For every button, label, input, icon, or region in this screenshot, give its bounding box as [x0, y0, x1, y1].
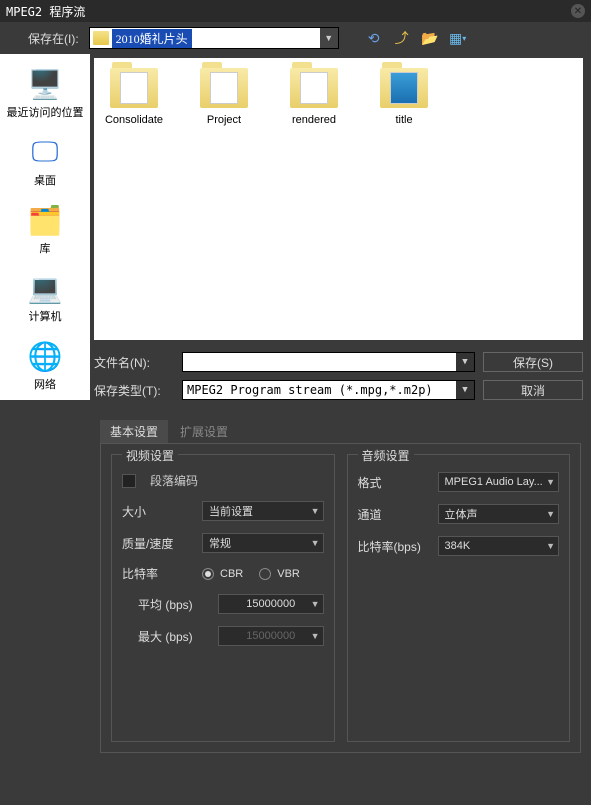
- sidebar-item-label: 网络: [34, 376, 56, 392]
- paragraph-encoding-checkbox[interactable]: [122, 474, 136, 488]
- video-group-title: 视频设置: [122, 447, 178, 464]
- desktop-icon: 🖵: [27, 134, 63, 170]
- folder-label: Project: [207, 114, 241, 126]
- folder-icon: [110, 68, 158, 108]
- format-label: 格式: [358, 474, 430, 491]
- audio-bitrate-label: 比特率(bps): [358, 538, 430, 555]
- toolbar: 保存在(I): 2010婚礼片头 ▼ ⟲ ⤴ 📂 ▦▾: [0, 22, 591, 54]
- filename-label: 文件名(N):: [94, 354, 174, 371]
- tab-advanced[interactable]: 扩展设置: [170, 420, 238, 443]
- folder-icon: [93, 31, 109, 45]
- audio-settings-group: 音频设置 格式 MPEG1 Audio Lay...▼ 通道 立体声▼ 比特率(…: [347, 454, 571, 742]
- places-sidebar: 🖥️ 最近访问的位置 🖵 桌面 🗂️ 库 💻 计算机 🌐 网络: [0, 54, 90, 400]
- chevron-down-icon[interactable]: ▼: [456, 381, 474, 399]
- up-icon[interactable]: ⤴: [393, 29, 411, 47]
- chevron-down-icon[interactable]: ▼: [456, 353, 474, 371]
- back-icon[interactable]: ⟲: [365, 29, 383, 47]
- size-select[interactable]: 当前设置▼: [202, 501, 324, 521]
- max-bitrate-input: 15000000▼: [218, 626, 324, 646]
- chevron-down-icon: ▼: [311, 506, 320, 516]
- chevron-down-icon: ▼: [546, 477, 555, 487]
- filetype-label: 保存类型(T):: [94, 382, 174, 399]
- chevron-down-icon: ▼: [546, 541, 555, 551]
- folder-icon: [380, 68, 428, 108]
- avg-bitrate-input[interactable]: 15000000▼: [218, 594, 324, 614]
- sidebar-item-network[interactable]: 🌐 网络: [0, 334, 90, 396]
- folder-label: Consolidate: [105, 114, 163, 126]
- folder-title[interactable]: title: [368, 68, 440, 126]
- recent-icon: 🖥️: [27, 66, 63, 102]
- new-folder-icon[interactable]: 📂: [421, 29, 439, 47]
- filetype-value: MPEG2 Program stream (*.mpg,*.m2p): [187, 383, 433, 397]
- channel-label: 通道: [358, 506, 430, 523]
- folder-rendered[interactable]: rendered: [278, 68, 350, 126]
- format-select[interactable]: MPEG1 Audio Lay...▼: [438, 472, 560, 492]
- sidebar-item-label: 桌面: [34, 172, 56, 188]
- title-bar: MPEG2 程序流 ✕: [0, 0, 591, 22]
- chevron-down-icon[interactable]: ▼: [320, 28, 338, 48]
- audio-bitrate-select[interactable]: 384K▼: [438, 536, 560, 556]
- folder-label: title: [395, 114, 412, 126]
- bitrate-label: 比特率: [122, 565, 194, 582]
- window-title: MPEG2 程序流: [6, 3, 85, 20]
- library-icon: 🗂️: [27, 202, 63, 238]
- quality-select[interactable]: 常规▼: [202, 533, 324, 553]
- sidebar-item-label: 最近访问的位置: [7, 104, 84, 120]
- chevron-down-icon: ▼: [311, 631, 320, 641]
- settings-tabs: 基本设置 扩展设置: [100, 420, 581, 443]
- avg-bitrate-label: 平均 (bps): [122, 596, 210, 613]
- folder-icon: [200, 68, 248, 108]
- cbr-radio[interactable]: [202, 568, 214, 580]
- sidebar-item-libraries[interactable]: 🗂️ 库: [0, 198, 90, 260]
- vbr-label: VBR: [277, 568, 300, 580]
- folder-project[interactable]: Project: [188, 68, 260, 126]
- audio-group-title: 音频设置: [358, 447, 414, 464]
- sidebar-item-recent[interactable]: 🖥️ 最近访问的位置: [0, 62, 90, 124]
- save-button[interactable]: 保存(S): [483, 352, 583, 372]
- chevron-down-icon: ▼: [311, 538, 320, 548]
- folder-consolidate[interactable]: Consolidate: [98, 68, 170, 126]
- vbr-radio[interactable]: [259, 568, 271, 580]
- sidebar-item-label: 库: [40, 240, 51, 256]
- folder-label: rendered: [292, 114, 336, 126]
- computer-icon: 💻: [27, 270, 63, 306]
- cancel-button[interactable]: 取消: [483, 380, 583, 400]
- video-settings-group: 视频设置 段落编码 大小 当前设置▼ 质量/速度 常规▼ 比特率 CBR: [111, 454, 335, 742]
- folder-icon: [290, 68, 338, 108]
- quality-label: 质量/速度: [122, 535, 194, 552]
- close-button[interactable]: ✕: [571, 4, 585, 18]
- file-browser[interactable]: Consolidate Project rendered title: [94, 58, 583, 340]
- network-icon: 🌐: [27, 338, 63, 374]
- size-label: 大小: [122, 503, 194, 520]
- filetype-select[interactable]: MPEG2 Program stream (*.mpg,*.m2p) ▼: [182, 380, 475, 400]
- save-in-label: 保存在(I):: [28, 30, 79, 47]
- sidebar-item-computer[interactable]: 💻 计算机: [0, 266, 90, 328]
- tab-basic[interactable]: 基本设置: [100, 420, 168, 443]
- cbr-label: CBR: [220, 568, 243, 580]
- chevron-down-icon: ▼: [546, 509, 555, 519]
- nav-icons: ⟲ ⤴ 📂 ▦▾: [365, 29, 467, 47]
- filename-input[interactable]: ▼: [182, 352, 475, 372]
- chevron-down-icon: ▼: [311, 599, 320, 609]
- paragraph-encoding-label: 段落编码: [150, 472, 198, 489]
- path-text: 2010婚礼片头: [112, 29, 192, 48]
- settings-panel: 视频设置 段落编码 大小 当前设置▼ 质量/速度 常规▼ 比特率 CBR: [100, 443, 581, 753]
- sidebar-item-label: 计算机: [29, 308, 62, 324]
- max-bitrate-label: 最大 (bps): [122, 628, 210, 645]
- view-icon[interactable]: ▦▾: [449, 29, 467, 47]
- path-combo[interactable]: 2010婚礼片头 ▼: [89, 27, 339, 49]
- channel-select[interactable]: 立体声▼: [438, 504, 560, 524]
- sidebar-item-desktop[interactable]: 🖵 桌面: [0, 130, 90, 192]
